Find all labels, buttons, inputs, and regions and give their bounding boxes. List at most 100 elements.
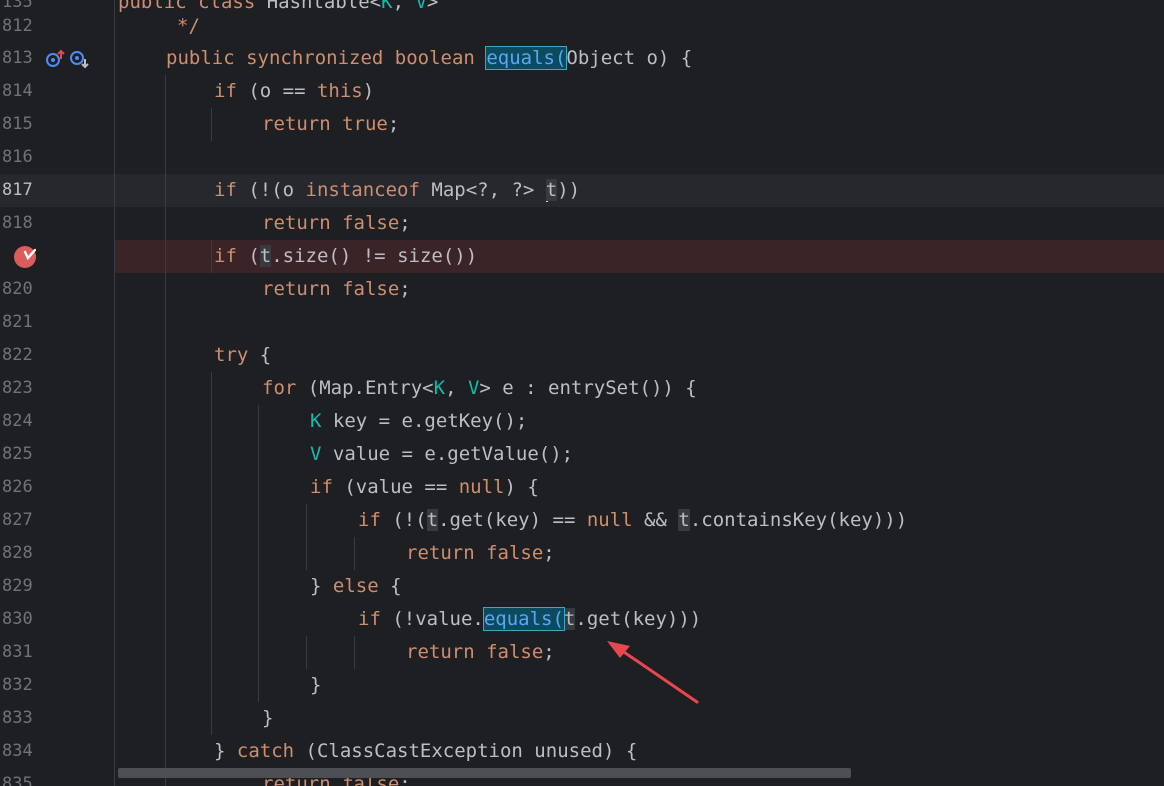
implemented-down-icon[interactable] xyxy=(68,48,90,70)
code-token: (!value. xyxy=(392,608,484,630)
line-number[interactable]: 828 xyxy=(2,537,42,570)
code-token: boolean xyxy=(394,47,487,69)
code-line[interactable]: 826 if (value == null) { xyxy=(0,471,1164,504)
code-token: { xyxy=(259,344,272,366)
line-number[interactable]: 832 xyxy=(2,669,42,702)
code-token: equals( xyxy=(482,607,565,631)
code-text[interactable]: if (value == null) { xyxy=(310,471,539,504)
code-text[interactable]: if (t.size() != size()) xyxy=(214,240,477,273)
code-text[interactable]: return false; xyxy=(406,636,555,669)
code-token: ( xyxy=(248,245,260,267)
implements-up-icon[interactable] xyxy=(44,48,66,70)
line-number[interactable]: 818 xyxy=(2,207,42,240)
code-token: return xyxy=(262,113,343,135)
code-text[interactable]: } xyxy=(262,702,273,735)
code-token: */ xyxy=(177,15,200,37)
code-token: if xyxy=(310,476,345,498)
line-number[interactable]: 822 xyxy=(2,339,42,372)
horizontal-scrollbar[interactable] xyxy=(118,768,851,778)
code-text[interactable]: return true; xyxy=(262,108,399,141)
code-line[interactable]: 833} xyxy=(0,702,1164,735)
indent-guide xyxy=(211,372,212,735)
code-text[interactable]: return false; xyxy=(406,537,555,570)
line-number[interactable]: 830 xyxy=(2,603,42,636)
code-text[interactable]: try { xyxy=(214,339,271,372)
line-number[interactable]: 817 xyxy=(2,174,42,207)
code-text[interactable]: return false; xyxy=(262,273,411,306)
code-line[interactable]: 828 return false; xyxy=(0,537,1164,570)
code-line-area xyxy=(114,141,1164,174)
line-number[interactable]: 825 xyxy=(2,438,42,471)
code-text[interactable]: public synchronized boolean equals(Objec… xyxy=(166,42,692,75)
code-text[interactable]: } catch (ClassCastException unused) { xyxy=(214,735,637,768)
code-line[interactable]: 834 } catch (ClassCastException unused) { xyxy=(0,735,1164,768)
line-number[interactable]: 824 xyxy=(2,405,42,438)
indent-guide xyxy=(258,405,259,702)
line-number[interactable]: 829 xyxy=(2,570,42,603)
code-line[interactable]: 831 return false; xyxy=(0,636,1164,669)
code-line[interactable]: 827 if (!(t.get(key) == null && t.contain… xyxy=(0,504,1164,537)
breakpoint-icon[interactable] xyxy=(14,246,36,268)
code-token: && xyxy=(644,509,679,531)
line-number[interactable]: 814 xyxy=(2,75,42,108)
code-text[interactable]: if (o == this) xyxy=(214,75,374,108)
indent-guide xyxy=(211,240,212,273)
code-token: try xyxy=(214,344,260,366)
code-text[interactable]: */ xyxy=(177,10,200,43)
code-token: ) xyxy=(362,80,375,102)
code-line[interactable]: 818 return false; xyxy=(0,207,1164,240)
code-text[interactable]: K key = e.getKey(); xyxy=(310,405,527,438)
line-number[interactable]: 823 xyxy=(2,372,42,405)
code-token: t xyxy=(259,245,272,267)
line-number[interactable]: 812 xyxy=(2,10,42,43)
code-line[interactable]: 821 xyxy=(0,306,1164,339)
line-number[interactable]: 815 xyxy=(2,108,42,141)
code-text[interactable]: if (!value.equals(t.get(key))) xyxy=(358,603,701,636)
line-number[interactable]: 835 xyxy=(2,768,42,786)
indent-guide xyxy=(211,108,212,141)
code-line[interactable]: 813 public synchronized boolean equals(Ob… xyxy=(0,42,1164,75)
code-token: (value == xyxy=(344,476,459,498)
code-text[interactable]: if (!(t.get(key) == null && t.containsKe… xyxy=(358,504,907,537)
line-number[interactable]: 834 xyxy=(2,735,42,768)
code-token: if xyxy=(214,179,249,201)
code-line[interactable]: 832} xyxy=(0,669,1164,702)
code-line[interactable]: 822 try { xyxy=(0,339,1164,372)
indent-guide xyxy=(354,636,355,669)
code-editor[interactable]: 135 public class Hashtable<K, V> 812 */813 p… xyxy=(0,0,1164,786)
line-number[interactable]: 821 xyxy=(2,306,42,339)
code-line[interactable]: 830 if (!value.equals(t.get(key))) xyxy=(0,603,1164,636)
code-text[interactable]: } else { xyxy=(310,570,402,603)
indent-guide xyxy=(306,504,307,570)
code-text[interactable]: V value = e.getValue(); xyxy=(310,438,573,471)
code-line[interactable]: 823 for (Map.Entry<K, V> e : entrySet()) … xyxy=(0,372,1164,405)
code-token: true xyxy=(342,113,388,135)
line-number[interactable]: 827 xyxy=(2,504,42,537)
code-token: return xyxy=(262,278,343,300)
code-line[interactable]: 812 */ xyxy=(0,10,1164,43)
code-line[interactable]: 819if (t.size() != size()) xyxy=(0,240,1164,273)
code-line[interactable]: 824 K key = e.getKey(); xyxy=(0,405,1164,438)
line-number[interactable]: 813 xyxy=(2,42,42,75)
code-text[interactable]: return false; xyxy=(262,207,411,240)
code-text[interactable]: for (Map.Entry<K, V> e : entrySet()) { xyxy=(262,372,697,405)
code-text[interactable]: } xyxy=(310,669,321,702)
code-line[interactable]: 825 V value = e.getValue(); xyxy=(0,438,1164,471)
code-line[interactable]: 816 xyxy=(0,141,1164,174)
code-line[interactable]: 829 } else { xyxy=(0,570,1164,603)
line-number[interactable]: 833 xyxy=(2,702,42,735)
code-line[interactable]: 820 return false; xyxy=(0,273,1164,306)
code-token: false xyxy=(486,641,544,663)
code-token: for xyxy=(262,377,308,399)
code-token: t xyxy=(426,509,439,531)
line-number[interactable]: 816 xyxy=(2,141,42,174)
code-line[interactable]: 815 return true; xyxy=(0,108,1164,141)
code-token: )) xyxy=(557,179,581,201)
line-number[interactable]: 831 xyxy=(2,636,42,669)
code-line[interactable]: 817 if (!(o instanceof Map<?, ?> t)) xyxy=(0,174,1164,207)
code-text[interactable]: if (!(o instanceof Map<?, ?> t)) xyxy=(214,174,580,207)
line-number[interactable]: 820 xyxy=(2,273,42,306)
code-token: .size() != size()) xyxy=(271,245,478,267)
code-line[interactable]: 814 if (o == this) xyxy=(0,75,1164,108)
line-number[interactable]: 826 xyxy=(2,471,42,504)
